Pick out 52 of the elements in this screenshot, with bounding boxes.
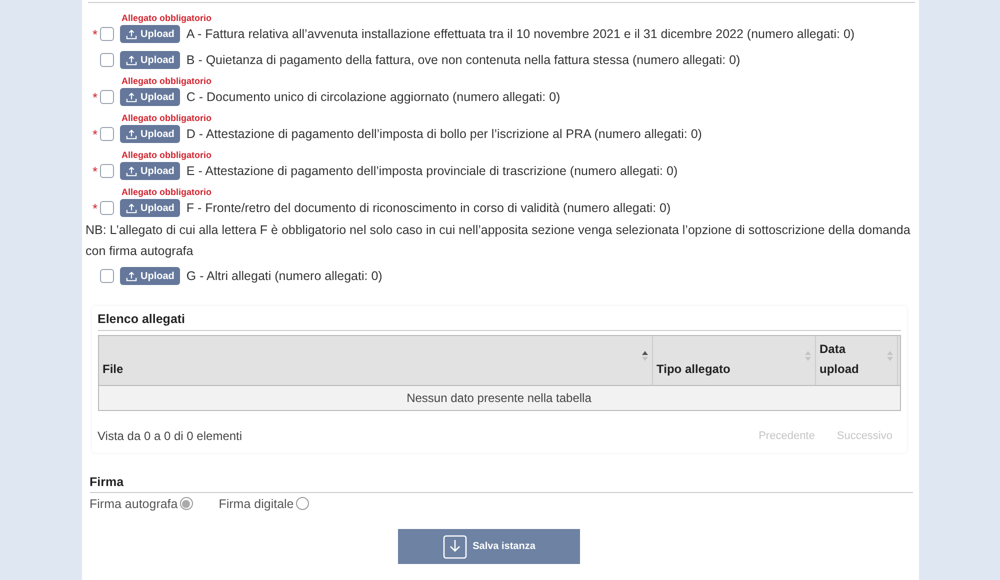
section-title: Firma (90, 472, 912, 492)
checkbox[interactable] (100, 201, 114, 215)
checkbox[interactable] (100, 127, 114, 141)
required-label: Allegato obbligatorio (122, 150, 212, 161)
attachment-label: B - Quietanza di pagamento della fattura, ove non contenuta nella fattura stessa (numero allegati: 0) (186, 52, 740, 69)
attachment-label: F - Fronte/retro del documento di riconoscimento in corso di validità (numero allegati: 0) (186, 200, 671, 217)
attachment-label: C - Documento unico di circolazione aggiornato (numero allegati: 0) (186, 88, 560, 106)
radio-button[interactable] (296, 497, 309, 510)
column-header[interactable]: Tipo allegato (652, 336, 816, 385)
required-label: Allegato obbligatorio (122, 13, 212, 24)
required-asterisk: * (92, 164, 98, 178)
radio-button[interactable] (180, 497, 193, 510)
required-label: Allegato obbligatorio (122, 187, 212, 198)
attachment-label: D - Attestazione di pagamento dell’imposta di bollo per l’iscrizione al PRA (numero allegati: 0) (186, 126, 702, 143)
upload-button[interactable]: Upload (120, 51, 180, 69)
table-info: Vista da 0 a 0 di 0 elementi (98, 428, 242, 445)
checkbox[interactable] (100, 164, 114, 178)
required-asterisk: * (92, 202, 98, 214)
column-header[interactable]: Data upload (816, 336, 898, 385)
required-asterisk: * (92, 90, 98, 104)
empty-table-message: Nessun dato presente nella tabella (98, 386, 900, 410)
column-header[interactable]: File (98, 336, 652, 385)
upload-button[interactable]: Upload (120, 125, 180, 143)
required-label: Allegato obbligatorio (122, 76, 212, 87)
upload-button[interactable]: Upload (120, 267, 180, 285)
upload-icon (126, 270, 136, 282)
upload-icon (126, 54, 136, 66)
upload-icon (126, 166, 136, 176)
upload-icon (126, 92, 136, 102)
upload-button[interactable]: Upload (120, 162, 180, 180)
checkbox[interactable] (100, 269, 114, 283)
checkbox[interactable] (100, 90, 114, 104)
upload-button[interactable]: Upload (120, 199, 180, 217)
required-label: Allegato obbligatorio (122, 113, 212, 124)
upload-button[interactable]: Upload (120, 88, 180, 106)
upload-button[interactable]: Upload (120, 25, 180, 43)
save-icon (442, 534, 467, 559)
attachment-label: E - Attestazione di pagamento dell’imposta provinciale di trascrizione (numero allegati: 0) (186, 162, 678, 180)
section-title: Elenco allegati (98, 310, 900, 331)
upload-icon (126, 202, 136, 214)
required-asterisk: * (92, 28, 98, 40)
attachment-label: G - Altri allegati (numero allegati: 0) (186, 268, 382, 285)
upload-icon (126, 28, 136, 40)
attachment-label: A - Fattura relativa all’avvenuta installazione effettuata tra il 10 novembre 2021 e il 31 dicembre 2022 (numero allegati: 0) (186, 26, 855, 43)
note-text: NB: L’allegato di cui alla lettera F è obbligatorio nel solo caso in cui nell’apposita sezione venga selezionata l’opzione di sottoscrizione della domanda con firma autografa (86, 222, 912, 260)
required-asterisk: * (92, 128, 98, 140)
save-button[interactable]: Salva istanza (398, 529, 580, 564)
checkbox[interactable] (100, 27, 114, 41)
checkbox[interactable] (100, 53, 114, 67)
upload-icon (126, 128, 136, 140)
radio-option[interactable]: Firma autografa (90, 494, 193, 514)
radio-option[interactable]: Firma digitale (218, 494, 309, 514)
